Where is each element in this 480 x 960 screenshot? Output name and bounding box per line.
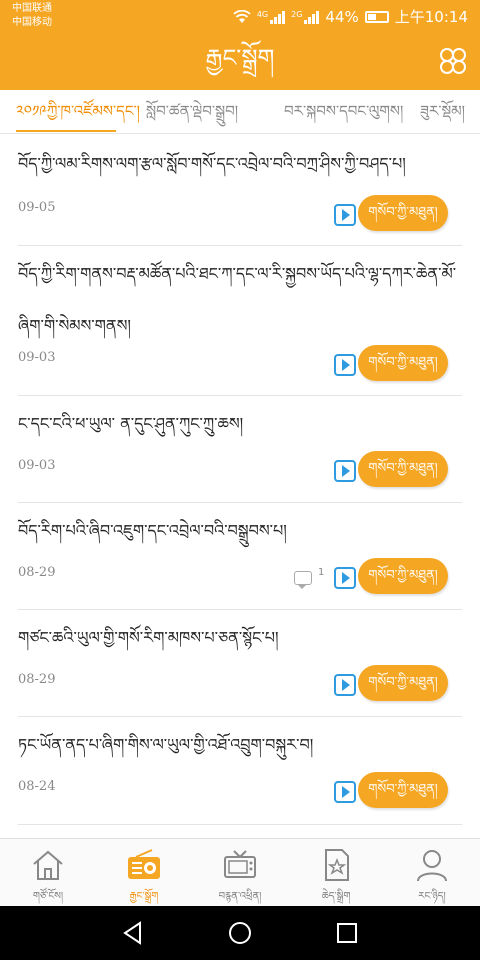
list-item[interactable]: ང་དང་ངའི་ཕ་ཡུལ་ ན་དུང་ཤུན་ཀུང་ཀྲུ་ཆས། 09…	[0, 396, 480, 503]
battery-icon	[364, 10, 389, 23]
nav-special[interactable]: ཆེད་སྒྲིག	[288, 839, 384, 907]
play-icon[interactable]	[334, 204, 356, 226]
network-1-type: 4G	[256, 9, 269, 19]
play-icon[interactable]	[334, 674, 356, 696]
tab-1[interactable]: ༢༠༡༩ཀྱི་ཁ་འཛོམས་དང་།	[16, 100, 140, 122]
status-bar: 中国联通 中国移动 4G 2G 44% 上午10:14	[0, 0, 480, 32]
signal-1-icon: 4G	[256, 9, 286, 24]
bottom-nav: གཙོ་ངོས། རྒྱང་སྒྲོག བརྙན་འཕྲིན། ཆེད་སྒྲི…	[0, 838, 480, 906]
comment-count: 1	[318, 567, 325, 578]
signal-2-icon: 2G	[291, 9, 320, 24]
page-title: རྒྱང་སྒྲོག	[205, 44, 275, 72]
item-title[interactable]: བོད་ཀྱི་རིག་གནས་བརྡ་མཚོན་པའི་ཐང་ཀ་དང་ལ་ར…	[18, 248, 460, 352]
tab-3[interactable]: བར་སྐབས་དབང་ལུགས།	[284, 100, 403, 122]
list-item[interactable]: ཏང་ཡོན་ནད་པ་ཞིག་གིས་ལ་ཡུལ་གྱི་འཐོ་འབྲུག་…	[0, 717, 480, 825]
category-tabs: ༢༠༡༩ཀྱི་ཁ་འཛོམས་དང་། སློབ་ཚན་ལྡེབ་སྒྲུབ།…	[0, 90, 480, 134]
wifi-icon	[233, 9, 251, 23]
play-icon[interactable]	[334, 567, 356, 589]
user-icon	[417, 850, 447, 882]
carrier-info: 中国联通 中国移动	[12, 2, 52, 30]
list-item[interactable]: བོད་རིག་པའི་ཞིབ་འཇུག་དང་འབྲེལ་བའི་བསྒྲུབ…	[0, 503, 480, 610]
item-date: 08-29	[18, 672, 56, 687]
listen-button[interactable]: གསོབ་ཀྱི་མཐུན།	[358, 665, 448, 701]
listen-button[interactable]: གསོབ་ཀྱི་མཐུན།	[358, 345, 448, 381]
list-item[interactable]: བོད་ཀྱི་རིག་གནས་བརྡ་མཚོན་པའི་ཐང་ཀ་དང་ལ་ར…	[0, 246, 480, 396]
tab-2[interactable]: སློབ་ཚན་ལྡེབ་སྒྲུབ།	[146, 100, 238, 122]
app-header: རྒྱང་སྒྲོག	[0, 32, 480, 90]
nav-me[interactable]: རང་ཉིད།	[384, 839, 480, 907]
home-circle-icon[interactable]	[227, 920, 253, 946]
item-title[interactable]: བོད་ཀྱི་ལམ་རིགས་ལག་རྩལ་སློབ་གསོ་དང་འབྲེལ…	[18, 138, 460, 190]
network-2-type: 2G	[291, 9, 303, 19]
radio-icon	[128, 849, 160, 879]
comment-icon[interactable]	[294, 571, 312, 589]
carrier-1: 中国联通	[12, 3, 52, 14]
play-icon[interactable]	[334, 781, 356, 803]
star-document-icon	[325, 849, 349, 881]
item-title[interactable]: བོད་རིག་པའི་ཞིབ་འཇུག་དང་འབྲེལ་བའི་བསྒྲུབ…	[18, 505, 460, 557]
item-title[interactable]: ང་དང་ངའི་ཕ་ཡུལ་ ན་དུང་ཤུན་ཀུང་ཀྲུ་ཆས།	[18, 398, 460, 450]
status-indicators: 4G 2G 44% 上午10:14	[233, 6, 468, 27]
list-item[interactable]: བོད་ཀྱི་ལམ་རིགས་ལག་རྩལ་སློབ་གསོ་དང་འབྲེལ…	[0, 134, 480, 246]
listen-button[interactable]: གསོབ་ཀྱི་མཐུན།	[358, 195, 448, 231]
item-date: 08-24	[18, 779, 56, 794]
divider	[18, 824, 462, 825]
four-petal-grid-icon[interactable]	[438, 46, 468, 76]
listen-button[interactable]: གསོབ་ཀྱི་མཐུན།	[358, 772, 448, 808]
listen-button[interactable]: གསོབ་ཀྱི་མཐུན།	[358, 558, 448, 594]
nav-home[interactable]: གཙོ་ངོས།	[0, 839, 96, 907]
tv-icon	[224, 850, 256, 878]
active-tab-indicator	[16, 130, 116, 132]
item-title[interactable]: གཙང་ཆའི་ཡུལ་གྱི་གསོ་རིག་མཁས་པ་ཅན་སྙོང་པ།	[18, 612, 460, 664]
carrier-2: 中国移动	[12, 17, 52, 28]
item-date: 09-05	[18, 200, 56, 215]
recent-apps-icon[interactable]	[334, 920, 360, 946]
tab-4[interactable]: ཟུར་སྡོམ།	[420, 100, 465, 122]
item-date: 08-29	[18, 565, 56, 580]
clock: 上午10:14	[394, 8, 468, 26]
system-nav-bar	[0, 906, 480, 960]
home-icon	[33, 850, 63, 880]
list-item[interactable]: གཙང་ཆའི་ཡུལ་གྱི་གསོ་རིག་མཁས་པ་ཅན་སྙོང་པ།…	[0, 610, 480, 717]
item-date: 09-03	[18, 350, 56, 365]
item-date: 09-03	[18, 458, 56, 473]
nav-radio[interactable]: རྒྱང་སྒྲོག	[96, 839, 192, 907]
play-icon[interactable]	[334, 460, 356, 482]
battery-percent: 44%	[325, 7, 359, 26]
play-icon[interactable]	[334, 354, 356, 376]
item-title[interactable]: ཏང་ཡོན་ནད་པ་ཞིག་གིས་ལ་ཡུལ་གྱི་འཐོ་འབྲུག་…	[18, 719, 460, 771]
back-icon[interactable]	[120, 920, 146, 946]
listen-button[interactable]: གསོབ་ཀྱི་མཐུན།	[358, 451, 448, 487]
nav-tv[interactable]: བརྙན་འཕྲིན།	[192, 839, 288, 907]
